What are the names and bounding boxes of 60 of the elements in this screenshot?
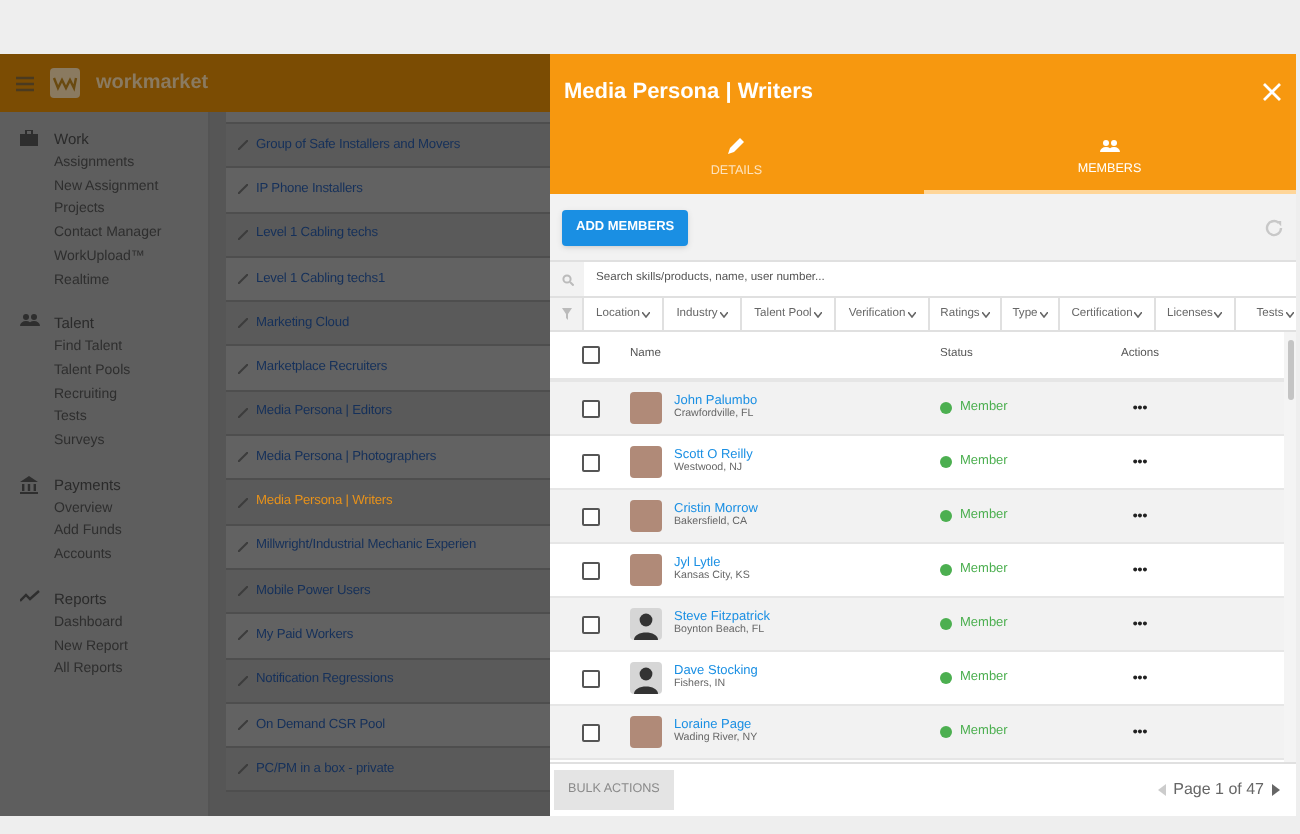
- checkbox[interactable]: [581, 723, 599, 741]
- pencil-icon: [238, 318, 248, 329]
- caret-icon: [907, 311, 916, 317]
- pencil-icon: [238, 363, 248, 374]
- pagination-text: Page 1 of 47: [1173, 778, 1264, 802]
- pencil-icon: [238, 675, 248, 686]
- pencil-icon: [238, 586, 248, 597]
- pencil-icon: [238, 184, 248, 195]
- briefcase-icon: [20, 130, 38, 146]
- caret-icon: [981, 311, 990, 317]
- checkbox[interactable]: [581, 615, 599, 633]
- pencil-icon: [238, 497, 248, 508]
- next-page-icon[interactable]: [1272, 784, 1280, 796]
- checkbox[interactable]: [581, 507, 599, 525]
- caret-icon: [719, 311, 728, 317]
- pencil-icon: [238, 274, 248, 285]
- people-icon: [1099, 140, 1120, 153]
- photo-placeholder: [630, 716, 662, 748]
- bank-icon: [20, 475, 38, 494]
- status-dot-icon: [940, 510, 952, 522]
- checkbox[interactable]: [581, 399, 599, 417]
- caret-icon: [1214, 311, 1223, 317]
- pencil-icon: [238, 720, 248, 730]
- logo-icon: [50, 68, 80, 98]
- people-icon: [20, 314, 40, 327]
- status-dot-icon: [940, 618, 952, 630]
- caret-icon: [641, 311, 650, 317]
- search-icon: [561, 273, 573, 285]
- status-dot-icon: [940, 672, 952, 684]
- avatar-silhouette-icon: [630, 608, 662, 640]
- photo-placeholder: [630, 392, 662, 424]
- status-dot-icon: [940, 564, 952, 576]
- checkbox[interactable]: [581, 561, 599, 579]
- pencil-icon: [238, 229, 248, 240]
- pencil-icon: [238, 452, 248, 463]
- trend-line-icon: [20, 589, 40, 602]
- checkbox[interactable]: [581, 669, 599, 687]
- photo-placeholder: [630, 554, 662, 586]
- pencil-icon: [238, 764, 248, 775]
- status-dot-icon: [940, 726, 952, 738]
- scrollbar[interactable]: [1284, 332, 1296, 762]
- status-dot-icon: [940, 402, 952, 414]
- pencil-icon: [238, 407, 248, 418]
- caret-icon: [1134, 311, 1143, 317]
- photo-placeholder: [630, 500, 662, 532]
- panel-title: Media Persona | Writers: [564, 77, 814, 108]
- pencil-icon: [728, 138, 745, 155]
- pencil-icon: [238, 541, 248, 552]
- photo-placeholder: [630, 446, 662, 478]
- checkbox[interactable]: [581, 453, 599, 471]
- pencil-icon: [238, 630, 248, 641]
- caret-icon: [1285, 311, 1294, 317]
- caret-icon: [1039, 311, 1048, 317]
- checkbox[interactable]: [581, 346, 599, 364]
- filter-icon: [561, 308, 571, 320]
- caret-icon: [813, 311, 822, 317]
- status-dot-icon: [940, 456, 952, 468]
- logo-text: workmarket: [96, 70, 209, 98]
- avatar-silhouette-icon: [630, 662, 662, 694]
- pencil-icon: [238, 140, 248, 151]
